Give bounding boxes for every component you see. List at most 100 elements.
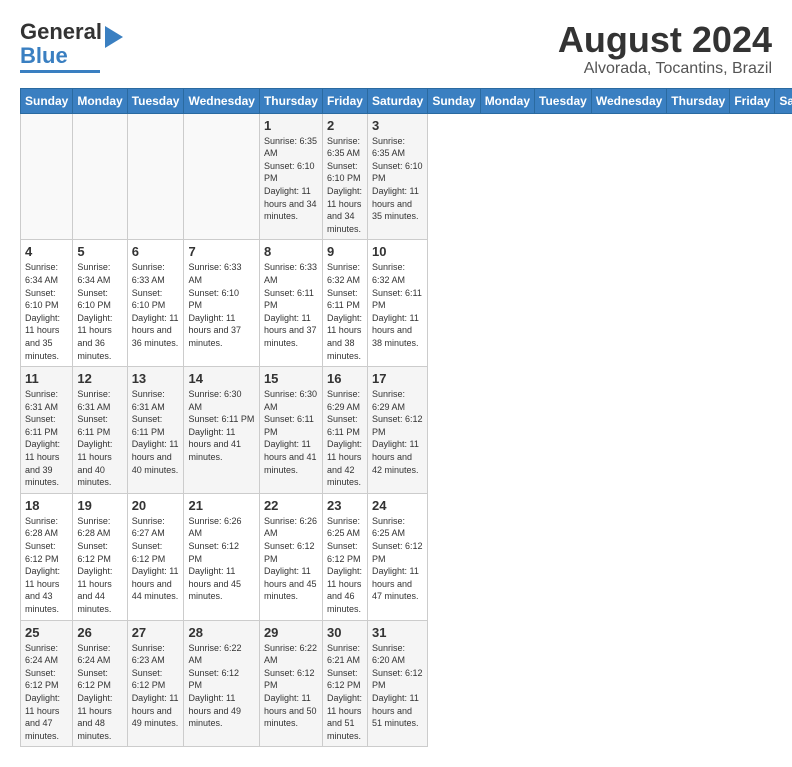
day-of-week-header: Friday xyxy=(322,88,367,113)
calendar-cell: 28 Sunrise: 6:22 AM Sunset: 6:12 PM Dayl… xyxy=(184,620,259,747)
day-of-week-header: Wednesday xyxy=(184,88,259,113)
calendar-cell xyxy=(21,113,73,240)
day-of-week-header: Wednesday xyxy=(591,88,666,113)
day-number: 6 xyxy=(132,244,180,259)
day-info: Sunrise: 6:26 AM Sunset: 6:12 PM Dayligh… xyxy=(264,515,318,603)
sunrise-text: Sunrise: 6:21 AM xyxy=(327,643,360,666)
sunset-text: Sunset: 6:11 PM xyxy=(264,414,314,437)
sunrise-text: Sunrise: 6:22 AM xyxy=(264,643,317,666)
logo-underline xyxy=(20,70,100,73)
day-info: Sunrise: 6:27 AM Sunset: 6:12 PM Dayligh… xyxy=(132,515,180,603)
sunset-text: Sunset: 6:12 PM xyxy=(188,541,239,564)
day-number: 15 xyxy=(264,371,318,386)
day-number: 7 xyxy=(188,244,254,259)
daylight-text: Daylight: 11 hours and 41 minutes. xyxy=(264,439,317,474)
sunset-text: Sunset: 6:12 PM xyxy=(264,541,315,564)
daylight-text: Daylight: 11 hours and 35 minutes. xyxy=(25,313,60,361)
day-of-week-header: Sunday xyxy=(21,88,73,113)
day-number: 22 xyxy=(264,498,318,513)
calendar-cell: 10 Sunrise: 6:32 AM Sunset: 6:11 PM Dayl… xyxy=(367,240,427,367)
sunrise-text: Sunrise: 6:35 AM xyxy=(372,136,405,159)
daylight-text: Daylight: 11 hours and 34 minutes. xyxy=(327,186,362,234)
calendar-cell: 26 Sunrise: 6:24 AM Sunset: 6:12 PM Dayl… xyxy=(73,620,127,747)
sunset-text: Sunset: 6:12 PM xyxy=(188,668,239,691)
day-number: 4 xyxy=(25,244,68,259)
calendar-cell: 24 Sunrise: 6:25 AM Sunset: 6:12 PM Dayl… xyxy=(367,493,427,620)
day-number: 1 xyxy=(264,118,318,133)
daylight-text: Daylight: 11 hours and 37 minutes. xyxy=(264,313,317,348)
day-info: Sunrise: 6:21 AM Sunset: 6:12 PM Dayligh… xyxy=(327,642,363,743)
sunset-text: Sunset: 6:12 PM xyxy=(327,541,361,564)
daylight-text: Daylight: 11 hours and 41 minutes. xyxy=(188,427,241,462)
daylight-text: Daylight: 11 hours and 49 minutes. xyxy=(132,693,179,728)
daylight-text: Daylight: 11 hours and 45 minutes. xyxy=(188,566,241,601)
day-of-week-header: Tuesday xyxy=(127,88,184,113)
sunrise-text: Sunrise: 6:23 AM xyxy=(132,643,165,666)
month-title: August 2024 xyxy=(558,20,772,60)
day-number: 8 xyxy=(264,244,318,259)
calendar-cell: 14 Sunrise: 6:30 AM Sunset: 6:11 PM Dayl… xyxy=(184,367,259,494)
sunrise-text: Sunrise: 6:30 AM xyxy=(264,389,317,412)
daylight-text: Daylight: 11 hours and 40 minutes. xyxy=(77,439,112,487)
daylight-text: Daylight: 11 hours and 42 minutes. xyxy=(372,439,419,474)
calendar-cell: 9 Sunrise: 6:32 AM Sunset: 6:11 PM Dayli… xyxy=(322,240,367,367)
calendar-cell: 2 Sunrise: 6:35 AM Sunset: 6:10 PM Dayli… xyxy=(322,113,367,240)
daylight-text: Daylight: 11 hours and 44 minutes. xyxy=(77,566,112,614)
day-info: Sunrise: 6:28 AM Sunset: 6:12 PM Dayligh… xyxy=(77,515,122,616)
sunrise-text: Sunrise: 6:31 AM xyxy=(25,389,58,412)
daylight-text: Daylight: 11 hours and 45 minutes. xyxy=(264,566,317,601)
sunset-text: Sunset: 6:12 PM xyxy=(264,668,315,691)
calendar-week-row: 18 Sunrise: 6:28 AM Sunset: 6:12 PM Dayl… xyxy=(21,493,792,620)
sunrise-text: Sunrise: 6:35 AM xyxy=(327,136,360,159)
daylight-text: Daylight: 11 hours and 40 minutes. xyxy=(132,439,179,474)
day-info: Sunrise: 6:32 AM Sunset: 6:11 PM Dayligh… xyxy=(327,261,363,362)
day-of-week-header: Saturday xyxy=(775,88,792,113)
calendar-cell: 20 Sunrise: 6:27 AM Sunset: 6:12 PM Dayl… xyxy=(127,493,184,620)
sunset-text: Sunset: 6:11 PM xyxy=(188,414,254,424)
day-number: 9 xyxy=(327,244,363,259)
sunset-text: Sunset: 6:12 PM xyxy=(25,668,59,691)
sunset-text: Sunset: 6:12 PM xyxy=(372,414,423,437)
sunrise-text: Sunrise: 6:33 AM xyxy=(132,262,165,285)
calendar-week-row: 1 Sunrise: 6:35 AM Sunset: 6:10 PM Dayli… xyxy=(21,113,792,240)
sunrise-text: Sunrise: 6:33 AM xyxy=(188,262,241,285)
sunset-text: Sunset: 6:11 PM xyxy=(132,414,165,437)
logo: General Blue xyxy=(20,20,123,73)
day-info: Sunrise: 6:33 AM Sunset: 6:10 PM Dayligh… xyxy=(188,261,254,349)
day-info: Sunrise: 6:32 AM Sunset: 6:11 PM Dayligh… xyxy=(372,261,423,349)
sunset-text: Sunset: 6:10 PM xyxy=(372,161,423,184)
calendar-cell: 1 Sunrise: 6:35 AM Sunset: 6:10 PM Dayli… xyxy=(259,113,322,240)
daylight-text: Daylight: 11 hours and 38 minutes. xyxy=(327,313,362,361)
calendar-table: SundayMondayTuesdayWednesdayThursdayFrid… xyxy=(20,88,792,748)
day-of-week-header: Tuesday xyxy=(535,88,592,113)
sunrise-text: Sunrise: 6:30 AM xyxy=(188,389,241,412)
sunrise-text: Sunrise: 6:31 AM xyxy=(132,389,165,412)
sunrise-text: Sunrise: 6:32 AM xyxy=(327,262,360,285)
daylight-text: Daylight: 11 hours and 36 minutes. xyxy=(77,313,112,361)
day-info: Sunrise: 6:34 AM Sunset: 6:10 PM Dayligh… xyxy=(77,261,122,362)
day-number: 24 xyxy=(372,498,423,513)
sunrise-text: Sunrise: 6:28 AM xyxy=(77,516,110,539)
day-info: Sunrise: 6:25 AM Sunset: 6:12 PM Dayligh… xyxy=(327,515,363,616)
calendar-cell: 23 Sunrise: 6:25 AM Sunset: 6:12 PM Dayl… xyxy=(322,493,367,620)
day-number: 19 xyxy=(77,498,122,513)
day-number: 16 xyxy=(327,371,363,386)
day-info: Sunrise: 6:30 AM Sunset: 6:11 PM Dayligh… xyxy=(188,388,254,464)
day-info: Sunrise: 6:35 AM Sunset: 6:10 PM Dayligh… xyxy=(372,135,423,223)
day-number: 28 xyxy=(188,625,254,640)
sunrise-text: Sunrise: 6:24 AM xyxy=(77,643,110,666)
day-info: Sunrise: 6:29 AM Sunset: 6:11 PM Dayligh… xyxy=(327,388,363,489)
day-info: Sunrise: 6:34 AM Sunset: 6:10 PM Dayligh… xyxy=(25,261,68,362)
day-info: Sunrise: 6:35 AM Sunset: 6:10 PM Dayligh… xyxy=(327,135,363,236)
day-number: 18 xyxy=(25,498,68,513)
day-number: 27 xyxy=(132,625,180,640)
daylight-text: Daylight: 11 hours and 46 minutes. xyxy=(327,566,362,614)
calendar-cell: 22 Sunrise: 6:26 AM Sunset: 6:12 PM Dayl… xyxy=(259,493,322,620)
day-info: Sunrise: 6:26 AM Sunset: 6:12 PM Dayligh… xyxy=(188,515,254,603)
sunrise-text: Sunrise: 6:28 AM xyxy=(25,516,58,539)
day-info: Sunrise: 6:24 AM Sunset: 6:12 PM Dayligh… xyxy=(77,642,122,743)
sunrise-text: Sunrise: 6:29 AM xyxy=(327,389,360,412)
sunset-text: Sunset: 6:12 PM xyxy=(77,668,111,691)
calendar-cell: 17 Sunrise: 6:29 AM Sunset: 6:12 PM Dayl… xyxy=(367,367,427,494)
day-info: Sunrise: 6:29 AM Sunset: 6:12 PM Dayligh… xyxy=(372,388,423,476)
